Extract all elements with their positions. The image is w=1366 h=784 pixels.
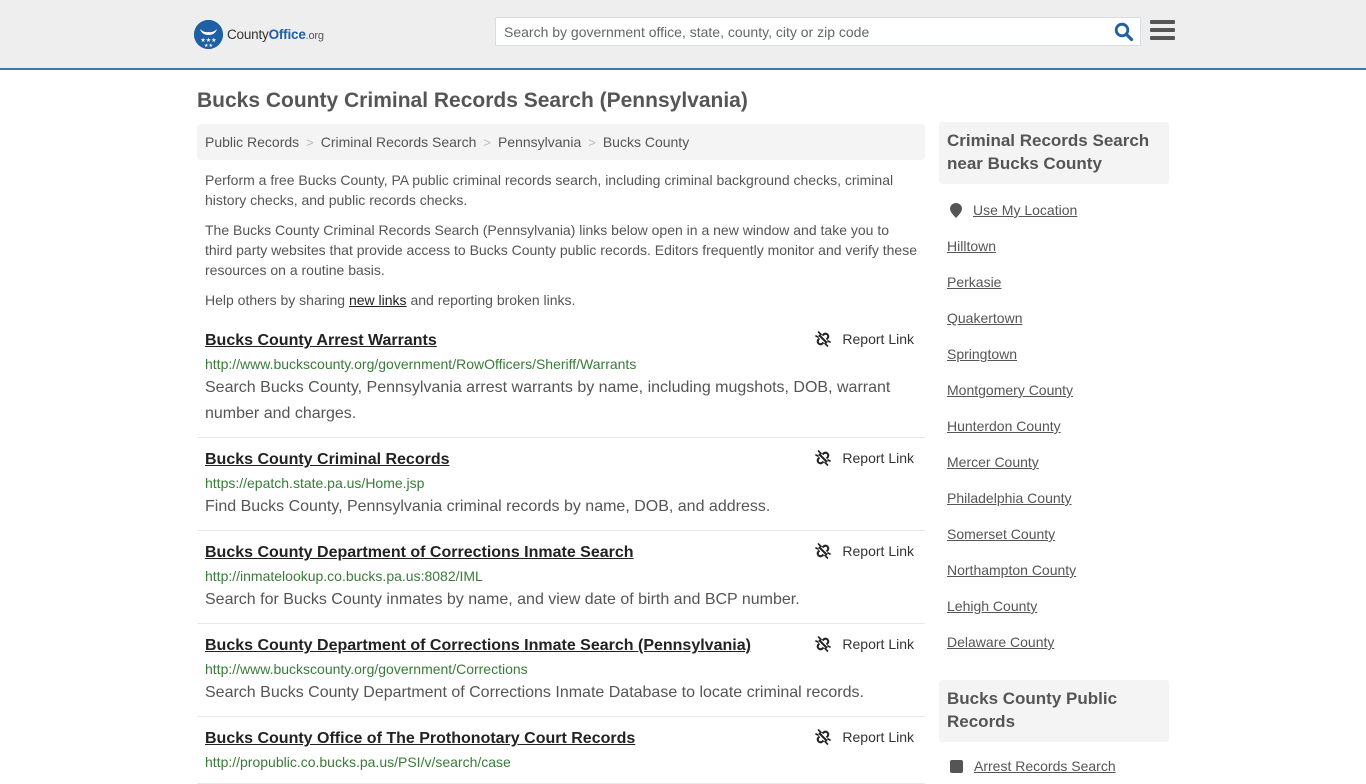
link-title[interactable]: Bucks County Department of Corrections I… — [205, 634, 751, 658]
top-header: ★★★ ★★ CountyOffice.org — [0, 0, 1366, 70]
sidebar-item: Hilltown — [947, 228, 1161, 264]
link-description: Search for Bucks County inmates by name,… — [205, 591, 800, 608]
report-link-button[interactable]: Report Link — [815, 636, 914, 652]
breadcrumb-separator: > — [483, 134, 491, 150]
search-icon[interactable] — [1114, 22, 1134, 42]
sidebar-item: Lehigh County — [947, 588, 1161, 624]
map-pin-icon — [950, 202, 962, 218]
nearby-link[interactable]: Lehigh County — [947, 598, 1037, 614]
nearby-link[interactable]: Northampton County — [947, 562, 1076, 578]
sidebar-public-records: Bucks County Public Records Arrest Recor… — [939, 680, 1169, 784]
link-url[interactable]: http://www.buckscounty.org/government/Co… — [205, 659, 917, 679]
broken-link-icon — [815, 331, 832, 347]
site-logo[interactable]: ★★★ ★★ CountyOffice.org — [194, 20, 324, 49]
link-title[interactable]: Bucks County Department of Corrections I… — [205, 541, 634, 565]
intro-text: Perform a free Bucks County, PA public c… — [205, 170, 920, 320]
nearby-link[interactable]: Quakertown — [947, 310, 1022, 326]
breadcrumb-public-records[interactable]: Public Records — [205, 134, 299, 150]
new-links-link[interactable]: new links — [349, 292, 407, 308]
eagle-logo-icon: ★★★ ★★ — [194, 20, 223, 49]
breadcrumb-pennsylvania[interactable]: Pennsylvania — [498, 134, 581, 150]
breadcrumb-bucks-county[interactable]: Bucks County — [603, 134, 689, 150]
breadcrumb-separator: > — [588, 134, 596, 150]
broken-link-icon — [815, 450, 832, 466]
hamburger-menu-icon[interactable] — [1150, 20, 1175, 42]
report-link-button[interactable]: Report Link — [815, 450, 914, 466]
link-url[interactable]: http://www.buckscounty.org/government/Ro… — [205, 354, 917, 374]
nearby-link[interactable]: Philadelphia County — [947, 490, 1072, 506]
sidebar-heading: Bucks County Public Records — [939, 680, 1169, 742]
sidebar-item: Springtown — [947, 336, 1161, 372]
sidebar-item: Somerset County — [947, 516, 1161, 552]
link-url[interactable]: http://propublic.co.bucks.pa.us/PSI/v/se… — [205, 752, 917, 772]
sidebar-item: Montgomery County — [947, 372, 1161, 408]
broken-link-icon — [815, 543, 832, 559]
sidebar-item: Mercer County — [947, 444, 1161, 480]
link-title[interactable]: Bucks County Arrest Warrants — [205, 329, 437, 353]
report-link-button[interactable]: Report Link — [815, 729, 914, 745]
search-bar — [495, 17, 1141, 46]
list-item: Bucks County Arrest Warrants Report Link… — [197, 327, 925, 438]
list-item: Bucks County Department of Corrections I… — [197, 531, 925, 624]
sidebar-item: Perkasie — [947, 264, 1161, 300]
sidebar-item: Quakertown — [947, 300, 1161, 336]
link-description: Search Bucks County, Pennsylvania arrest… — [205, 379, 891, 422]
sidebar-item: Hunterdon County — [947, 408, 1161, 444]
nearby-link[interactable]: Mercer County — [947, 454, 1039, 470]
use-my-location-item: Use My Location — [947, 192, 1161, 228]
svg-text:★★: ★★ — [204, 43, 213, 49]
public-records-list: Arrest Records Search — [939, 748, 1169, 784]
search-input[interactable] — [496, 18, 1106, 45]
link-title[interactable]: Bucks County Office of The Prothonotary … — [205, 727, 635, 751]
logo-text: CountyOffice.org — [227, 27, 324, 42]
broken-link-icon — [815, 729, 832, 745]
use-my-location-link[interactable]: Use My Location — [973, 202, 1077, 218]
nearby-link[interactable]: Montgomery County — [947, 382, 1073, 398]
intro-paragraph-3: Help others by sharing new links and rep… — [205, 292, 576, 308]
sidebar-item: Delaware County — [947, 624, 1161, 660]
nearby-link[interactable]: Hunterdon County — [947, 418, 1061, 434]
sidebar-nearby: Criminal Records Search near Bucks Count… — [939, 122, 1169, 660]
resource-links-list: Bucks County Arrest Warrants Report Link… — [197, 327, 925, 784]
nearby-link[interactable]: Springtown — [947, 346, 1017, 362]
link-description: Search Bucks County Department of Correc… — [205, 684, 864, 701]
breadcrumb-separator: > — [306, 134, 314, 150]
nearby-list: Use My Location Hilltown Perkasie Quaker… — [939, 192, 1169, 660]
intro-paragraph-2: The Bucks County Criminal Records Search… — [205, 222, 918, 278]
link-url[interactable]: https://epatch.state.pa.us/Home.jsp — [205, 473, 917, 493]
records-icon — [950, 759, 963, 773]
link-url[interactable]: http://inmatelookup.co.bucks.pa.us:8082/… — [205, 566, 917, 586]
nearby-link[interactable]: Somerset County — [947, 526, 1055, 542]
list-item: Bucks County Criminal Records Report Lin… — [197, 438, 925, 531]
breadcrumb: Public Records > Criminal Records Search… — [197, 124, 925, 160]
page-title: Bucks County Criminal Records Search (Pe… — [197, 89, 748, 112]
nearby-link[interactable]: Delaware County — [947, 634, 1054, 650]
link-title[interactable]: Bucks County Criminal Records — [205, 448, 450, 472]
sidebar-heading: Criminal Records Search near Bucks Count… — [939, 122, 1169, 184]
sidebar-item: Arrest Records Search — [947, 748, 1161, 784]
broken-link-icon — [815, 636, 832, 652]
list-item: Bucks County Office of The Prothonotary … — [197, 717, 925, 784]
list-item: Bucks County Department of Corrections I… — [197, 624, 925, 717]
intro-paragraph-1: Perform a free Bucks County, PA public c… — [205, 172, 894, 208]
nearby-link[interactable]: Perkasie — [947, 274, 1001, 290]
sidebar-item: Northampton County — [947, 552, 1161, 588]
public-records-link[interactable]: Arrest Records Search — [974, 758, 1116, 774]
report-link-button[interactable]: Report Link — [815, 331, 914, 347]
sidebar-item: Philadelphia County — [947, 480, 1161, 516]
nearby-link[interactable]: Hilltown — [947, 238, 996, 254]
report-link-button[interactable]: Report Link — [815, 543, 914, 559]
link-description: Find Bucks County, Pennsylvania criminal… — [205, 498, 771, 515]
breadcrumb-criminal-records-search[interactable]: Criminal Records Search — [321, 134, 477, 150]
